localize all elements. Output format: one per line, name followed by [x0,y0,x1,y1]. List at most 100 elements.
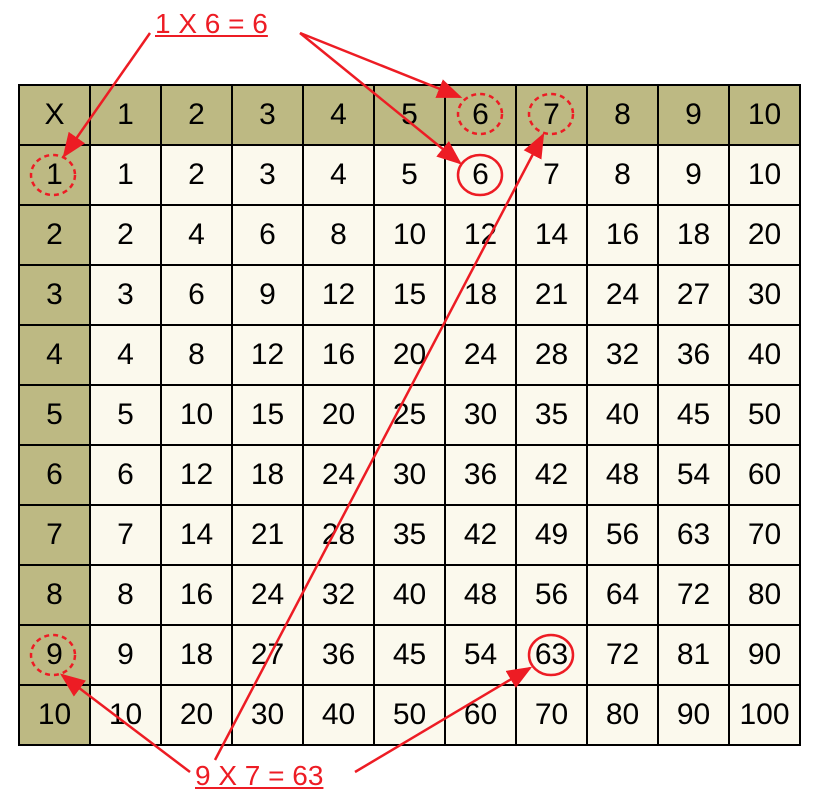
data-cell: 25 [374,385,445,445]
col-header: 6 [445,85,516,145]
data-cell: 10 [729,145,800,205]
data-cell: 70 [729,505,800,565]
data-cell: 3 [90,265,161,325]
col-header: 7 [516,85,587,145]
data-cell: 50 [729,385,800,445]
data-cell: 3 [232,145,303,205]
data-cell: 72 [658,565,729,625]
data-cell: 40 [729,325,800,385]
data-cell: 20 [303,385,374,445]
data-cell: 81 [658,625,729,685]
data-cell: 8 [161,325,232,385]
data-cell: 2 [161,145,232,205]
data-cell: 12 [161,445,232,505]
data-cell: 49 [516,505,587,565]
data-cell: 48 [445,565,516,625]
data-cell: 54 [658,445,729,505]
data-cell: 90 [658,685,729,745]
col-header: 4 [303,85,374,145]
data-cell: 72 [587,625,658,685]
data-cell: 18 [658,205,729,265]
data-cell: 32 [303,565,374,625]
data-cell: 9 [658,145,729,205]
data-cell: 35 [516,385,587,445]
data-cell: 42 [445,505,516,565]
data-cell: 10 [374,205,445,265]
data-cell: 6 [90,445,161,505]
col-header: 8 [587,85,658,145]
data-cell: 56 [516,565,587,625]
data-cell: 6 [232,205,303,265]
data-cell: 24 [303,445,374,505]
data-cell: 21 [516,265,587,325]
data-cell: 48 [587,445,658,505]
data-cell: 18 [445,265,516,325]
data-cell: 10 [161,385,232,445]
col-header: 9 [658,85,729,145]
data-cell: 36 [658,325,729,385]
data-cell: 63 [658,505,729,565]
annotation-bottom: 9 X 7 = 63 [195,760,323,792]
data-cell: 5 [90,385,161,445]
data-cell: 4 [90,325,161,385]
data-cell: 12 [445,205,516,265]
row-header: 4 [19,325,90,385]
data-cell: 45 [658,385,729,445]
data-cell: 15 [232,385,303,445]
data-cell: 16 [161,565,232,625]
data-cell: 28 [303,505,374,565]
row-header: 8 [19,565,90,625]
data-cell: 15 [374,265,445,325]
data-cell: 42 [516,445,587,505]
data-cell: 30 [445,385,516,445]
data-cell: 30 [232,685,303,745]
row-header: 7 [19,505,90,565]
data-cell: 16 [303,325,374,385]
data-cell: 60 [445,685,516,745]
data-cell: 70 [516,685,587,745]
data-cell: 8 [90,565,161,625]
data-cell: 7 [516,145,587,205]
data-cell: 36 [303,625,374,685]
data-cell: 56 [587,505,658,565]
data-cell: 80 [587,685,658,745]
data-cell: 50 [374,685,445,745]
col-header: 1 [90,85,161,145]
data-cell: 5 [374,145,445,205]
data-cell: 7 [90,505,161,565]
data-cell: 12 [232,325,303,385]
col-header: 2 [161,85,232,145]
data-cell: 100 [729,685,800,745]
data-cell: 27 [232,625,303,685]
data-cell: 18 [161,625,232,685]
data-cell: 10 [90,685,161,745]
data-cell: 30 [374,445,445,505]
data-cell: 32 [587,325,658,385]
data-cell: 6 [445,145,516,205]
data-cell: 6 [161,265,232,325]
annotation-top: 1 X 6 = 6 [155,8,268,40]
corner-cell: X [19,85,90,145]
data-cell: 20 [161,685,232,745]
data-cell: 18 [232,445,303,505]
row-header: 2 [19,205,90,265]
data-cell: 24 [232,565,303,625]
data-cell: 21 [232,505,303,565]
data-cell: 27 [658,265,729,325]
multiplication-table: X123456789101123456789102246810121416182… [18,84,801,746]
data-cell: 20 [729,205,800,265]
data-cell: 24 [445,325,516,385]
data-cell: 80 [729,565,800,625]
data-cell: 40 [587,385,658,445]
data-cell: 90 [729,625,800,685]
row-header: 1 [19,145,90,205]
data-cell: 4 [161,205,232,265]
row-header: 3 [19,265,90,325]
data-cell: 4 [303,145,374,205]
data-cell: 1 [90,145,161,205]
data-cell: 9 [232,265,303,325]
row-header: 5 [19,385,90,445]
col-header: 10 [729,85,800,145]
data-cell: 40 [303,685,374,745]
data-cell: 60 [729,445,800,505]
